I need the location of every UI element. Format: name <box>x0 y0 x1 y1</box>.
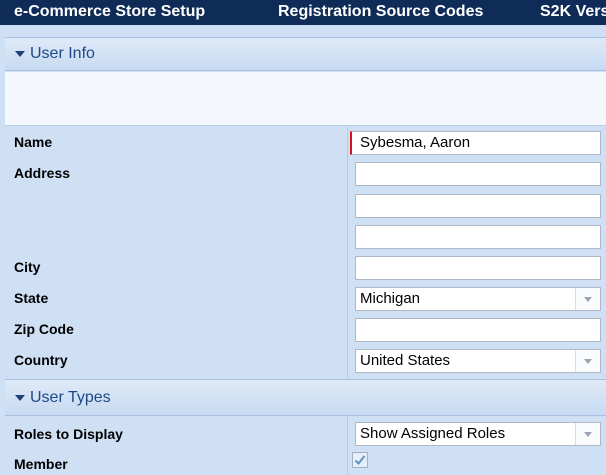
member-label: Member <box>14 456 68 472</box>
address-label: Address <box>14 165 71 181</box>
country-select[interactable]: United States <box>355 349 601 373</box>
address-line-3-input[interactable] <box>355 225 601 249</box>
member-checkbox[interactable] <box>352 452 368 468</box>
user-types-section-header[interactable]: User Types <box>5 379 606 416</box>
chevron-down-icon <box>584 297 592 302</box>
zip-code-input[interactable] <box>355 318 601 342</box>
roles-to-display-label: Roles to Display <box>14 426 123 442</box>
user-info-section-title: User Info <box>30 45 95 62</box>
city-label: City <box>14 259 41 275</box>
state-select[interactable]: Michigan <box>355 287 601 311</box>
name-input[interactable]: Sybesma, Aaron <box>350 131 601 155</box>
zip-code-label: Zip Code <box>14 321 74 337</box>
country-dropdown-arrow[interactable] <box>575 350 600 372</box>
country-select-value: United States <box>360 352 451 369</box>
country-label: Country <box>14 352 68 368</box>
state-dropdown-arrow[interactable] <box>575 288 600 310</box>
top-navigation: e-Commerce Store Setup Registration Sour… <box>0 0 606 25</box>
state-label: State <box>14 290 49 306</box>
state-select-value: Michigan <box>360 290 421 307</box>
chevron-down-icon <box>584 359 592 364</box>
column-divider <box>347 416 348 475</box>
column-divider <box>347 127 348 378</box>
nav-registration-source-codes[interactable]: Registration Source Codes <box>278 0 483 25</box>
chevron-down-icon <box>584 432 592 437</box>
nav-ecommerce-store-setup[interactable]: e-Commerce Store Setup <box>14 0 205 25</box>
roles-dropdown-arrow[interactable] <box>575 423 600 445</box>
info-band <box>5 72 606 126</box>
collapse-triangle-icon <box>15 395 25 401</box>
collapse-triangle-icon <box>15 51 25 57</box>
city-input[interactable] <box>355 256 601 280</box>
address-line-2-input[interactable] <box>355 194 601 218</box>
address-line-1-input[interactable] <box>355 162 601 186</box>
name-label: Name <box>14 134 53 150</box>
user-types-section-title: User Types <box>30 389 111 406</box>
roles-to-display-select[interactable]: Show Assigned Roles <box>355 422 601 446</box>
user-info-section-header[interactable]: User Info <box>5 37 606 71</box>
checkmark-icon <box>354 455 366 465</box>
nav-s2k-versions[interactable]: S2K Vers <box>540 0 606 25</box>
roles-select-value: Show Assigned Roles <box>360 425 506 442</box>
